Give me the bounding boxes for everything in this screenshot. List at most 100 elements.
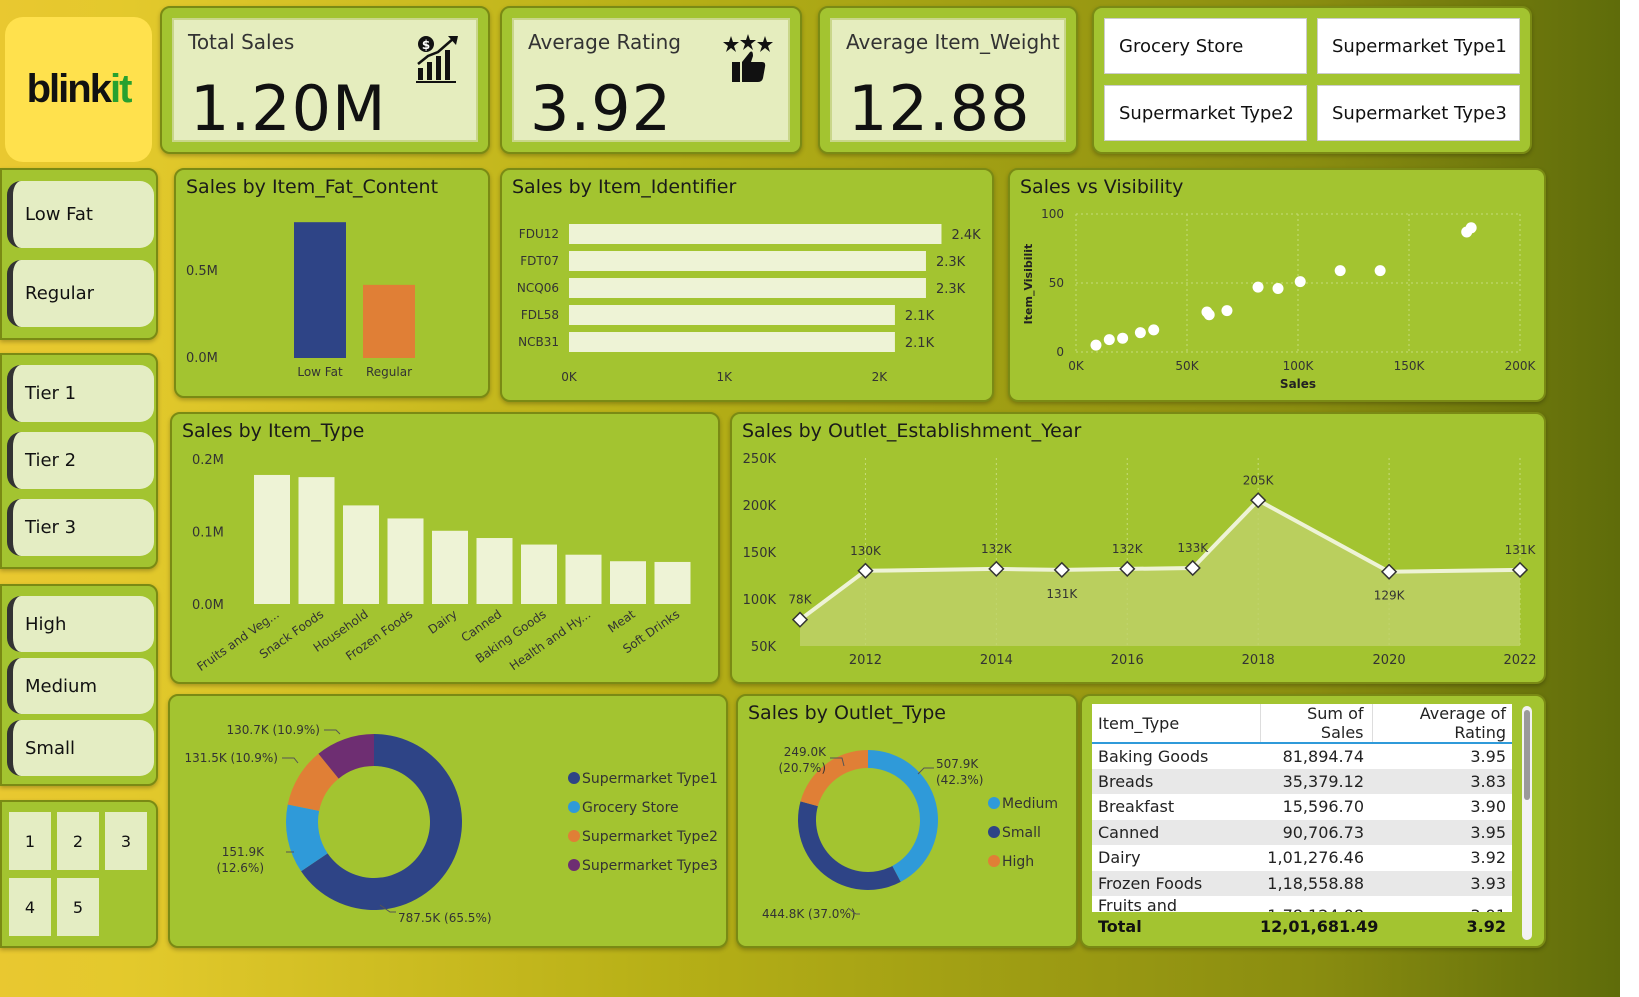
slicer-low-fat[interactable]: Low Fat (7, 181, 154, 248)
column-header[interactable]: Item_Type (1092, 704, 1261, 743)
fat-content-bar-chart: 0.5M 0.0M Low Fat Regular (186, 222, 415, 379)
bar-item-type (654, 561, 691, 604)
filter-supermarket-type3[interactable]: Supermarket Type3 (1317, 85, 1520, 141)
bar-item-type (298, 477, 335, 604)
bar-item-type (565, 554, 602, 604)
legend-marker (568, 772, 580, 784)
establishment-year-chart-panel: Sales by Outlet_Establishment_Year 250K 2… (730, 412, 1546, 684)
legend-label: Supermarket Type3 (582, 858, 718, 874)
data-label: 2.3K (936, 255, 966, 270)
column-header[interactable]: Average of Rating (1372, 704, 1512, 743)
slicer-regular[interactable]: Regular (7, 260, 154, 327)
scatter-point (1374, 265, 1386, 277)
outlet-size-slicer: High Medium Small (0, 584, 158, 786)
data-label: 2.1K (905, 309, 935, 324)
item-type-cell: Canned (1098, 822, 1160, 842)
total-sales: 12,01,681.49 (1260, 916, 1379, 936)
outlet-size-donut-chart: 507.9K (42.3%) 444.8K (37.0%) 249.0K (20.7%)… (762, 745, 1058, 921)
page-number-slicer: 1 2 3 4 5 (0, 800, 158, 948)
page-button-1[interactable]: 1 (9, 812, 51, 870)
scatter-point (1117, 332, 1129, 344)
bar-item-type (610, 561, 646, 604)
y-tick-label: 100 (1041, 207, 1064, 221)
data-label: 2.3K (936, 282, 966, 297)
table-row[interactable]: Canned 90,706.73 3.95 (1092, 819, 1512, 845)
table-row[interactable]: Fruits and Vegetables 1,78,124.083.91 (1092, 896, 1512, 912)
filter-supermarket-type1[interactable]: Supermarket Type1 (1317, 18, 1520, 74)
page-button-5[interactable]: 5 (57, 878, 99, 936)
page-button-2[interactable]: 2 (57, 812, 99, 870)
scatter-point (1334, 265, 1346, 277)
filter-grocery-store[interactable]: Grocery Store (1104, 18, 1307, 74)
y-tick-label: FDL58 (521, 308, 559, 322)
leader-line (324, 729, 341, 735)
outlet-donut-panel: 787.5K (65.5%) 151.9K (12.6%) 131.5K (10.9%… (168, 694, 728, 948)
scrollbar-thumb[interactable] (1524, 710, 1530, 800)
y-tick-label: 0.0M (192, 598, 224, 613)
kpi-label: Average Item_Weight (846, 30, 1060, 54)
outlet-type-filter-panel: Grocery Store Supermarket Type1 Supermar… (1092, 6, 1532, 154)
data-label: 787.5K (65.5%) (398, 911, 492, 925)
x-tick-label: 50K (1175, 359, 1199, 373)
data-label: 78K (788, 593, 812, 607)
data-label: 130.7K (10.9%) (226, 723, 320, 737)
table-row[interactable]: Breads 35,379.12 3.83 (1092, 768, 1512, 794)
filter-supermarket-type2[interactable]: Supermarket Type2 (1104, 85, 1307, 141)
table-row[interactable]: Breakfast 15,596.70 3.90 (1092, 794, 1512, 820)
y-tick-label: 200K (743, 499, 777, 514)
y-tick-label: 50K (751, 640, 777, 655)
sales-cell: 90,706.73 (1282, 822, 1364, 842)
y-axis-label: Item_Visibilit (1022, 244, 1035, 325)
slicer-tier-3[interactable]: Tier 3 (7, 499, 154, 556)
establishment-year-area-chart: 250K 200K 150K 100K 50K 2012 2014 2016 2018 2020 2… (743, 452, 1537, 668)
legend-marker (568, 859, 580, 871)
window-edge (1620, 0, 1639, 997)
item-type-cell: Baking Goods (1098, 746, 1209, 766)
data-label: (12.6%) (217, 861, 264, 875)
slicer-small[interactable]: Small (7, 720, 154, 776)
data-label: 2.1K (905, 336, 935, 351)
y-tick-label: 0.5M (186, 264, 218, 279)
bar-item-type (476, 538, 513, 604)
scatter-point (1134, 327, 1146, 339)
x-axis-label: Sales (1280, 377, 1316, 391)
legend-label: Medium (1002, 796, 1058, 812)
table-row[interactable]: Baking Goods 81,894.74 3.95 (1092, 743, 1512, 769)
data-label: 130K (850, 544, 882, 558)
table-scrollbar[interactable] (1522, 706, 1532, 940)
table-row[interactable]: Frozen Foods 1,18,558.88 3.93 (1092, 870, 1512, 896)
sales-cell: 15,596.70 (1282, 797, 1364, 817)
slicer-medium[interactable]: Medium (7, 658, 154, 714)
kpi-average-rating-panel: Average Rating 3.92 (500, 6, 802, 154)
sales-cell: 1,78,124.08 (1260, 896, 1372, 913)
kpi-value: 12.88 (848, 72, 1031, 145)
table-row[interactable]: Dairy 1,01,276.46 3.92 (1092, 845, 1512, 871)
x-tick-label: Fruits and Veg... (194, 607, 281, 674)
rating-cell: 3.91 (1372, 896, 1512, 913)
data-label: (42.3%) (936, 773, 983, 787)
data-label: 132K (1112, 542, 1144, 556)
rating-cell: 3.90 (1470, 797, 1506, 817)
x-tick-label: 0K (561, 370, 578, 384)
slicer-tier-2[interactable]: Tier 2 (7, 432, 154, 489)
legend-label: Supermarket Type1 (582, 771, 718, 787)
kpi-label: Total Sales (188, 30, 295, 54)
x-tick-label: 2018 (1242, 653, 1275, 668)
x-tick-label: 2022 (1503, 653, 1536, 668)
data-label: 131.5K (10.9%) (184, 751, 278, 765)
y-tick-label: 150K (743, 546, 777, 561)
page-button-4[interactable]: 4 (9, 878, 51, 936)
data-label: 133K (1177, 541, 1209, 555)
slicer-tier-1[interactable]: Tier 1 (7, 365, 154, 422)
column-header[interactable]: Sum of Sales (1260, 704, 1373, 743)
x-tick-label: Low Fat (297, 365, 343, 379)
scatter-point (1090, 339, 1102, 351)
legend-marker (988, 855, 1000, 867)
data-label: (20.7%) (779, 761, 826, 775)
leader-line (282, 757, 299, 764)
slicer-high[interactable]: High (7, 596, 154, 652)
bar-ncb31 (569, 332, 895, 352)
rating-cell: 3.95 (1470, 822, 1506, 842)
bar-low-fat (294, 222, 346, 358)
page-button-3[interactable]: 3 (105, 812, 147, 870)
